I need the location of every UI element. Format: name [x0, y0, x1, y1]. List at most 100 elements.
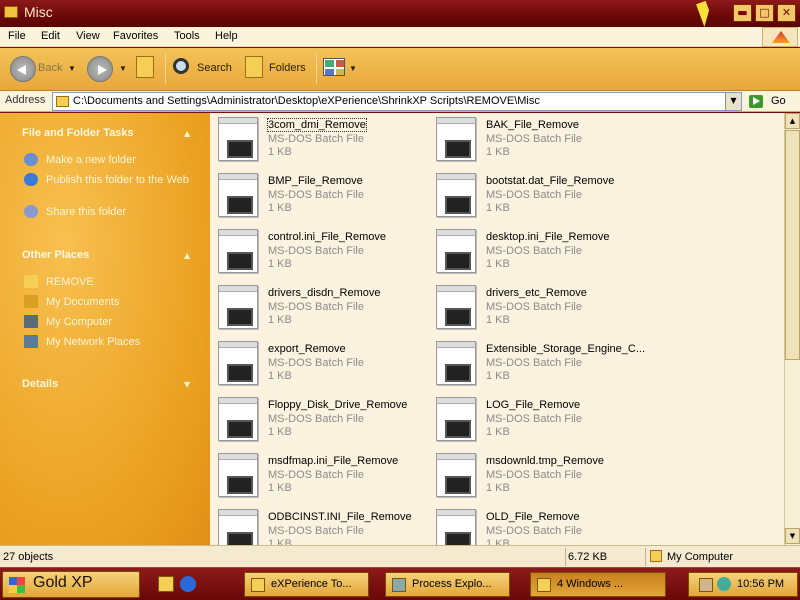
close-button[interactable]: ✕	[777, 4, 796, 22]
file-size: 1 KB	[268, 202, 292, 214]
file-item[interactable]: 3com_dmi_Remove MS-DOS Batch File 1 KB	[210, 113, 420, 165]
mouse-cursor-icon	[696, 1, 714, 27]
search-label: Search	[197, 62, 232, 74]
chevron-down-icon[interactable]: ▼	[119, 64, 127, 73]
taskbar-task-process-explorer[interactable]: Process Explo...	[385, 572, 510, 597]
file-item[interactable]: ODBCINST.INI_File_Remove MS-DOS Batch Fil…	[210, 505, 420, 545]
file-list[interactable]: 3com_dmi_Remove MS-DOS Batch File 1 KB BAK_…	[210, 113, 784, 545]
place-remove[interactable]: REMOVE	[46, 275, 94, 289]
tray-icon[interactable]	[699, 578, 713, 592]
file-item[interactable]: drivers_etc_Remove MS-DOS Batch File 1 KB	[428, 281, 638, 333]
taskbar-task-experience[interactable]: eXPerience To...	[244, 572, 369, 597]
chevron-down-icon[interactable]: ▼	[349, 64, 357, 73]
task-make-new-folder[interactable]: Make a new folder	[46, 153, 196, 167]
windows-logo-icon	[762, 27, 798, 47]
file-tasks-title[interactable]: File and Folder Tasks	[22, 127, 134, 139]
taskbar-task-windows-group[interactable]: 4 Windows ...	[530, 572, 666, 597]
other-places-title[interactable]: Other Places	[22, 249, 89, 261]
file-item[interactable]: OLD_File_Remove MS-DOS Batch File 1 KB	[428, 505, 638, 545]
file-type: MS-DOS Batch File	[486, 189, 582, 201]
vertical-scrollbar[interactable]: ▲ ▼	[784, 113, 800, 545]
file-item[interactable]: desktop.ini_File_Remove MS-DOS Batch File…	[428, 225, 638, 277]
address-field[interactable]: C:\Documents and Settings\Administrator\…	[52, 92, 742, 111]
go-label: Go	[771, 95, 786, 107]
maximize-button[interactable]: □	[755, 4, 774, 22]
menu-help[interactable]: Help	[215, 30, 238, 42]
file-item[interactable]: Extensible_Storage_Engine_C... MS-DOS Bat…	[428, 337, 645, 389]
address-dropdown-button[interactable]: ▼	[725, 93, 741, 110]
tray-icon[interactable]	[717, 577, 731, 591]
search-button[interactable]: Search	[173, 56, 237, 82]
file-item[interactable]: BAK_File_Remove MS-DOS Batch File 1 KB	[428, 113, 638, 165]
file-item[interactable]: LOG_File_Remove MS-DOS Batch File 1 KB	[428, 393, 638, 445]
file-name: BMP_File_Remove	[268, 175, 363, 187]
menu-file[interactable]: File	[8, 30, 26, 42]
back-button[interactable]: Back ▼	[10, 56, 80, 82]
new-folder-icon	[24, 153, 38, 166]
menu-view[interactable]: View	[76, 30, 100, 42]
file-item[interactable]: msdownld.tmp_Remove MS-DOS Batch File 1 KB	[428, 449, 638, 501]
chevron-down-icon[interactable]: ▼	[68, 64, 76, 73]
file-name: Floppy_Disk_Drive_Remove	[268, 399, 408, 411]
start-label: Gold XP	[33, 574, 93, 591]
folders-button[interactable]: Folders	[245, 56, 310, 82]
start-button[interactable]: Gold XP	[2, 571, 140, 598]
batch-file-icon	[436, 453, 476, 497]
file-size: 1 KB	[268, 426, 292, 438]
file-item[interactable]: drivers_disdn_Remove MS-DOS Batch File 1 K…	[210, 281, 420, 333]
views-button[interactable]: ▼	[323, 56, 357, 82]
address-bar: Address C:\Documents and Settings\Admini…	[0, 91, 800, 112]
title-bar[interactable]: Misc ▬ □ ✕	[0, 0, 800, 27]
status-divider	[565, 548, 566, 566]
task-label: eXPerience To...	[271, 578, 352, 590]
file-name: LOG_File_Remove	[486, 399, 581, 411]
folder-icon	[24, 275, 38, 288]
address-path[interactable]: C:\Documents and Settings\Administrator\…	[73, 95, 540, 107]
batch-file-icon	[436, 341, 476, 385]
show-desktop-icon[interactable]	[158, 576, 174, 592]
back-arrow-icon	[10, 56, 36, 82]
file-item[interactable]: Floppy_Disk_Drive_Remove MS-DOS Batch Fil…	[210, 393, 420, 445]
place-my-computer[interactable]: My Computer	[46, 315, 112, 329]
place-my-network-places[interactable]: My Network Places	[46, 335, 140, 349]
menu-tools[interactable]: Tools	[174, 30, 200, 42]
task-label: Process Explo...	[412, 578, 492, 590]
file-item[interactable]: bootstat.dat_File_Remove MS-DOS Batch Fil…	[428, 169, 638, 221]
menu-edit[interactable]: Edit	[41, 30, 60, 42]
up-folder-button[interactable]	[136, 56, 158, 82]
task-publish-folder[interactable]: Publish this folder to the Web	[46, 173, 196, 187]
file-size: 1 KB	[486, 538, 510, 545]
file-name: msdfmap.ini_File_Remove	[268, 455, 399, 467]
toolbar-divider	[316, 54, 317, 84]
forward-arrow-icon	[87, 56, 113, 82]
batch-file-icon	[218, 173, 258, 217]
file-name: control.ini_File_Remove	[268, 231, 386, 243]
status-bar: 27 objects 6.72 KB My Computer	[0, 545, 800, 567]
details-title[interactable]: Details	[22, 378, 58, 390]
collapse-icon[interactable]: ▲	[184, 129, 190, 138]
process-explorer-icon	[392, 578, 406, 592]
file-item[interactable]: BMP_File_Remove MS-DOS Batch File 1 KB	[210, 169, 420, 221]
scroll-thumb[interactable]	[785, 130, 800, 360]
batch-file-icon	[218, 285, 258, 329]
go-button[interactable]: Go	[747, 93, 797, 111]
expand-icon[interactable]: ▼	[184, 380, 190, 389]
collapse-icon[interactable]: ▲	[184, 251, 190, 260]
minimize-button[interactable]: ▬	[733, 4, 752, 22]
internet-explorer-icon[interactable]	[180, 576, 196, 592]
file-item[interactable]: control.ini_File_Remove MS-DOS Batch File…	[210, 225, 420, 277]
scroll-up-button[interactable]: ▲	[785, 113, 800, 129]
menu-favorites[interactable]: Favorites	[113, 30, 158, 42]
task-label: 4 Windows ...	[557, 578, 624, 590]
file-item[interactable]: export_Remove MS-DOS Batch File 1 KB	[210, 337, 420, 389]
batch-file-icon	[218, 397, 258, 441]
clock[interactable]: 10:56 PM	[737, 578, 784, 590]
forward-button[interactable]: ▼	[87, 56, 127, 82]
place-my-documents[interactable]: My Documents	[46, 295, 119, 309]
file-type: MS-DOS Batch File	[268, 413, 364, 425]
file-type: MS-DOS Batch File	[486, 245, 582, 257]
status-size: 6.72 KB	[568, 551, 608, 563]
scroll-down-button[interactable]: ▼	[785, 528, 800, 544]
file-item[interactable]: msdfmap.ini_File_Remove MS-DOS Batch File…	[210, 449, 420, 501]
task-share-folder[interactable]: Share this folder	[46, 205, 196, 219]
